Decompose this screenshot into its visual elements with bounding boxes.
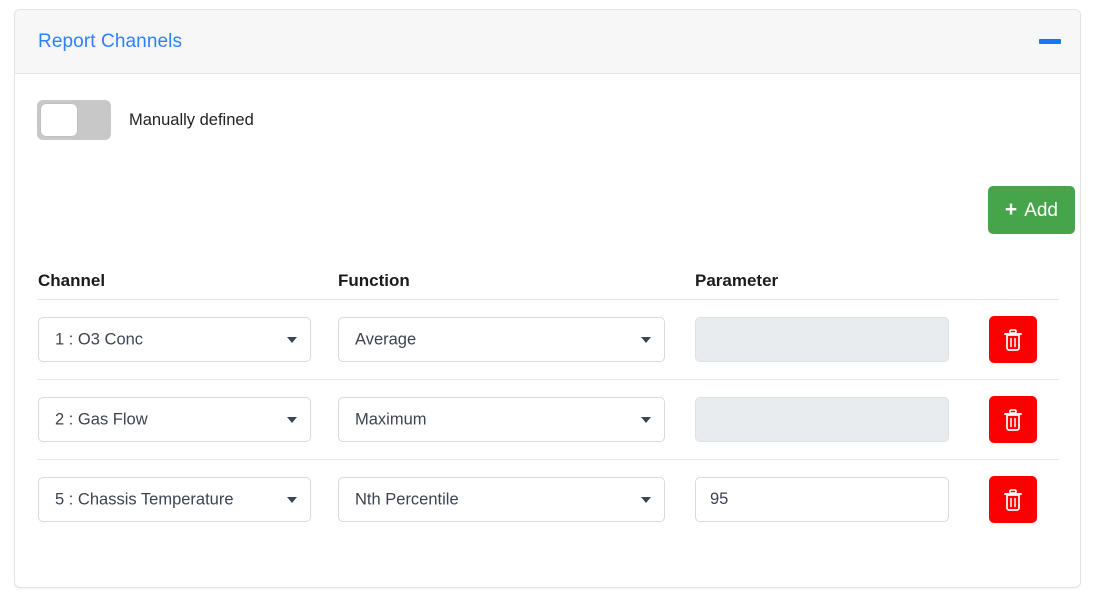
function-select[interactable]: Maximum — [338, 397, 665, 442]
channel-cell: 1 : O3 Conc — [38, 317, 338, 362]
trash-icon — [1004, 488, 1022, 511]
channel-select-value: 5 : Chassis Temperature — [55, 490, 234, 508]
parameter-cell — [695, 317, 989, 362]
action-cell — [989, 396, 1059, 443]
delete-row-button[interactable] — [989, 396, 1037, 443]
column-header-function: Function — [338, 271, 410, 290]
chevron-down-icon — [287, 496, 297, 503]
report-channels-table: Channel Function Parameter 1 : O3 Conc A… — [38, 251, 1059, 539]
manually-defined-toggle[interactable] — [37, 100, 111, 140]
function-select-value: Maximum — [355, 410, 427, 428]
channel-select[interactable]: 1 : O3 Conc — [38, 317, 311, 362]
chevron-down-icon — [641, 496, 651, 503]
chevron-down-icon — [287, 336, 297, 343]
function-select-value: Nth Percentile — [355, 490, 459, 508]
chevron-down-icon — [287, 416, 297, 423]
function-select[interactable]: Nth Percentile — [338, 477, 665, 522]
function-cell: Average — [338, 317, 695, 362]
table-row: 2 : Gas Flow Maximum — [38, 380, 1059, 460]
channel-select-value: 1 : O3 Conc — [55, 330, 144, 348]
manually-defined-row: Manually defined — [37, 100, 254, 140]
parameter-input[interactable] — [695, 397, 949, 442]
trash-icon — [1004, 328, 1022, 351]
channel-cell: 2 : Gas Flow — [38, 397, 338, 442]
minus-icon — [1039, 39, 1061, 44]
trash-icon — [1004, 408, 1022, 431]
report-channels-panel: Report Channels Manually defined + Add C… — [14, 9, 1081, 588]
panel-header: Report Channels — [15, 10, 1080, 74]
table-header-row: Channel Function Parameter — [38, 251, 1059, 300]
action-cell — [989, 316, 1059, 363]
channel-select[interactable]: 5 : Chassis Temperature — [38, 477, 311, 522]
delete-row-button[interactable] — [989, 476, 1037, 523]
parameter-cell — [695, 477, 989, 522]
page-title: Report Channels — [38, 30, 183, 52]
add-channel-button[interactable]: + Add — [987, 186, 1075, 234]
manually-defined-label: Manually defined — [129, 110, 254, 129]
channel-select-value: 2 : Gas Flow — [55, 410, 148, 428]
parameter-input[interactable] — [695, 317, 949, 362]
chevron-down-icon — [641, 416, 651, 423]
function-select[interactable]: Average — [338, 317, 665, 362]
delete-row-button[interactable] — [989, 316, 1037, 363]
panel-body: Manually defined + Add Channel Function … — [15, 74, 1080, 587]
parameter-cell — [695, 397, 989, 442]
table-row: 5 : Chassis Temperature Nth Percentile — [38, 460, 1059, 539]
table-row: 1 : O3 Conc Average — [38, 300, 1059, 380]
function-cell: Maximum — [338, 397, 695, 442]
collapse-panel-button[interactable] — [1036, 28, 1064, 56]
chevron-down-icon — [641, 336, 651, 343]
column-header-parameter: Parameter — [695, 271, 779, 290]
channel-cell: 5 : Chassis Temperature — [38, 477, 338, 522]
add-button-label: Add — [1024, 199, 1058, 221]
function-cell: Nth Percentile — [338, 477, 695, 522]
function-select-value: Average — [355, 330, 417, 348]
action-cell — [989, 476, 1059, 523]
toggle-knob — [41, 104, 77, 136]
channel-select[interactable]: 2 : Gas Flow — [38, 397, 311, 442]
plus-icon: + — [1004, 197, 1018, 221]
column-header-channel: Channel — [38, 271, 106, 290]
parameter-input[interactable] — [695, 477, 949, 522]
